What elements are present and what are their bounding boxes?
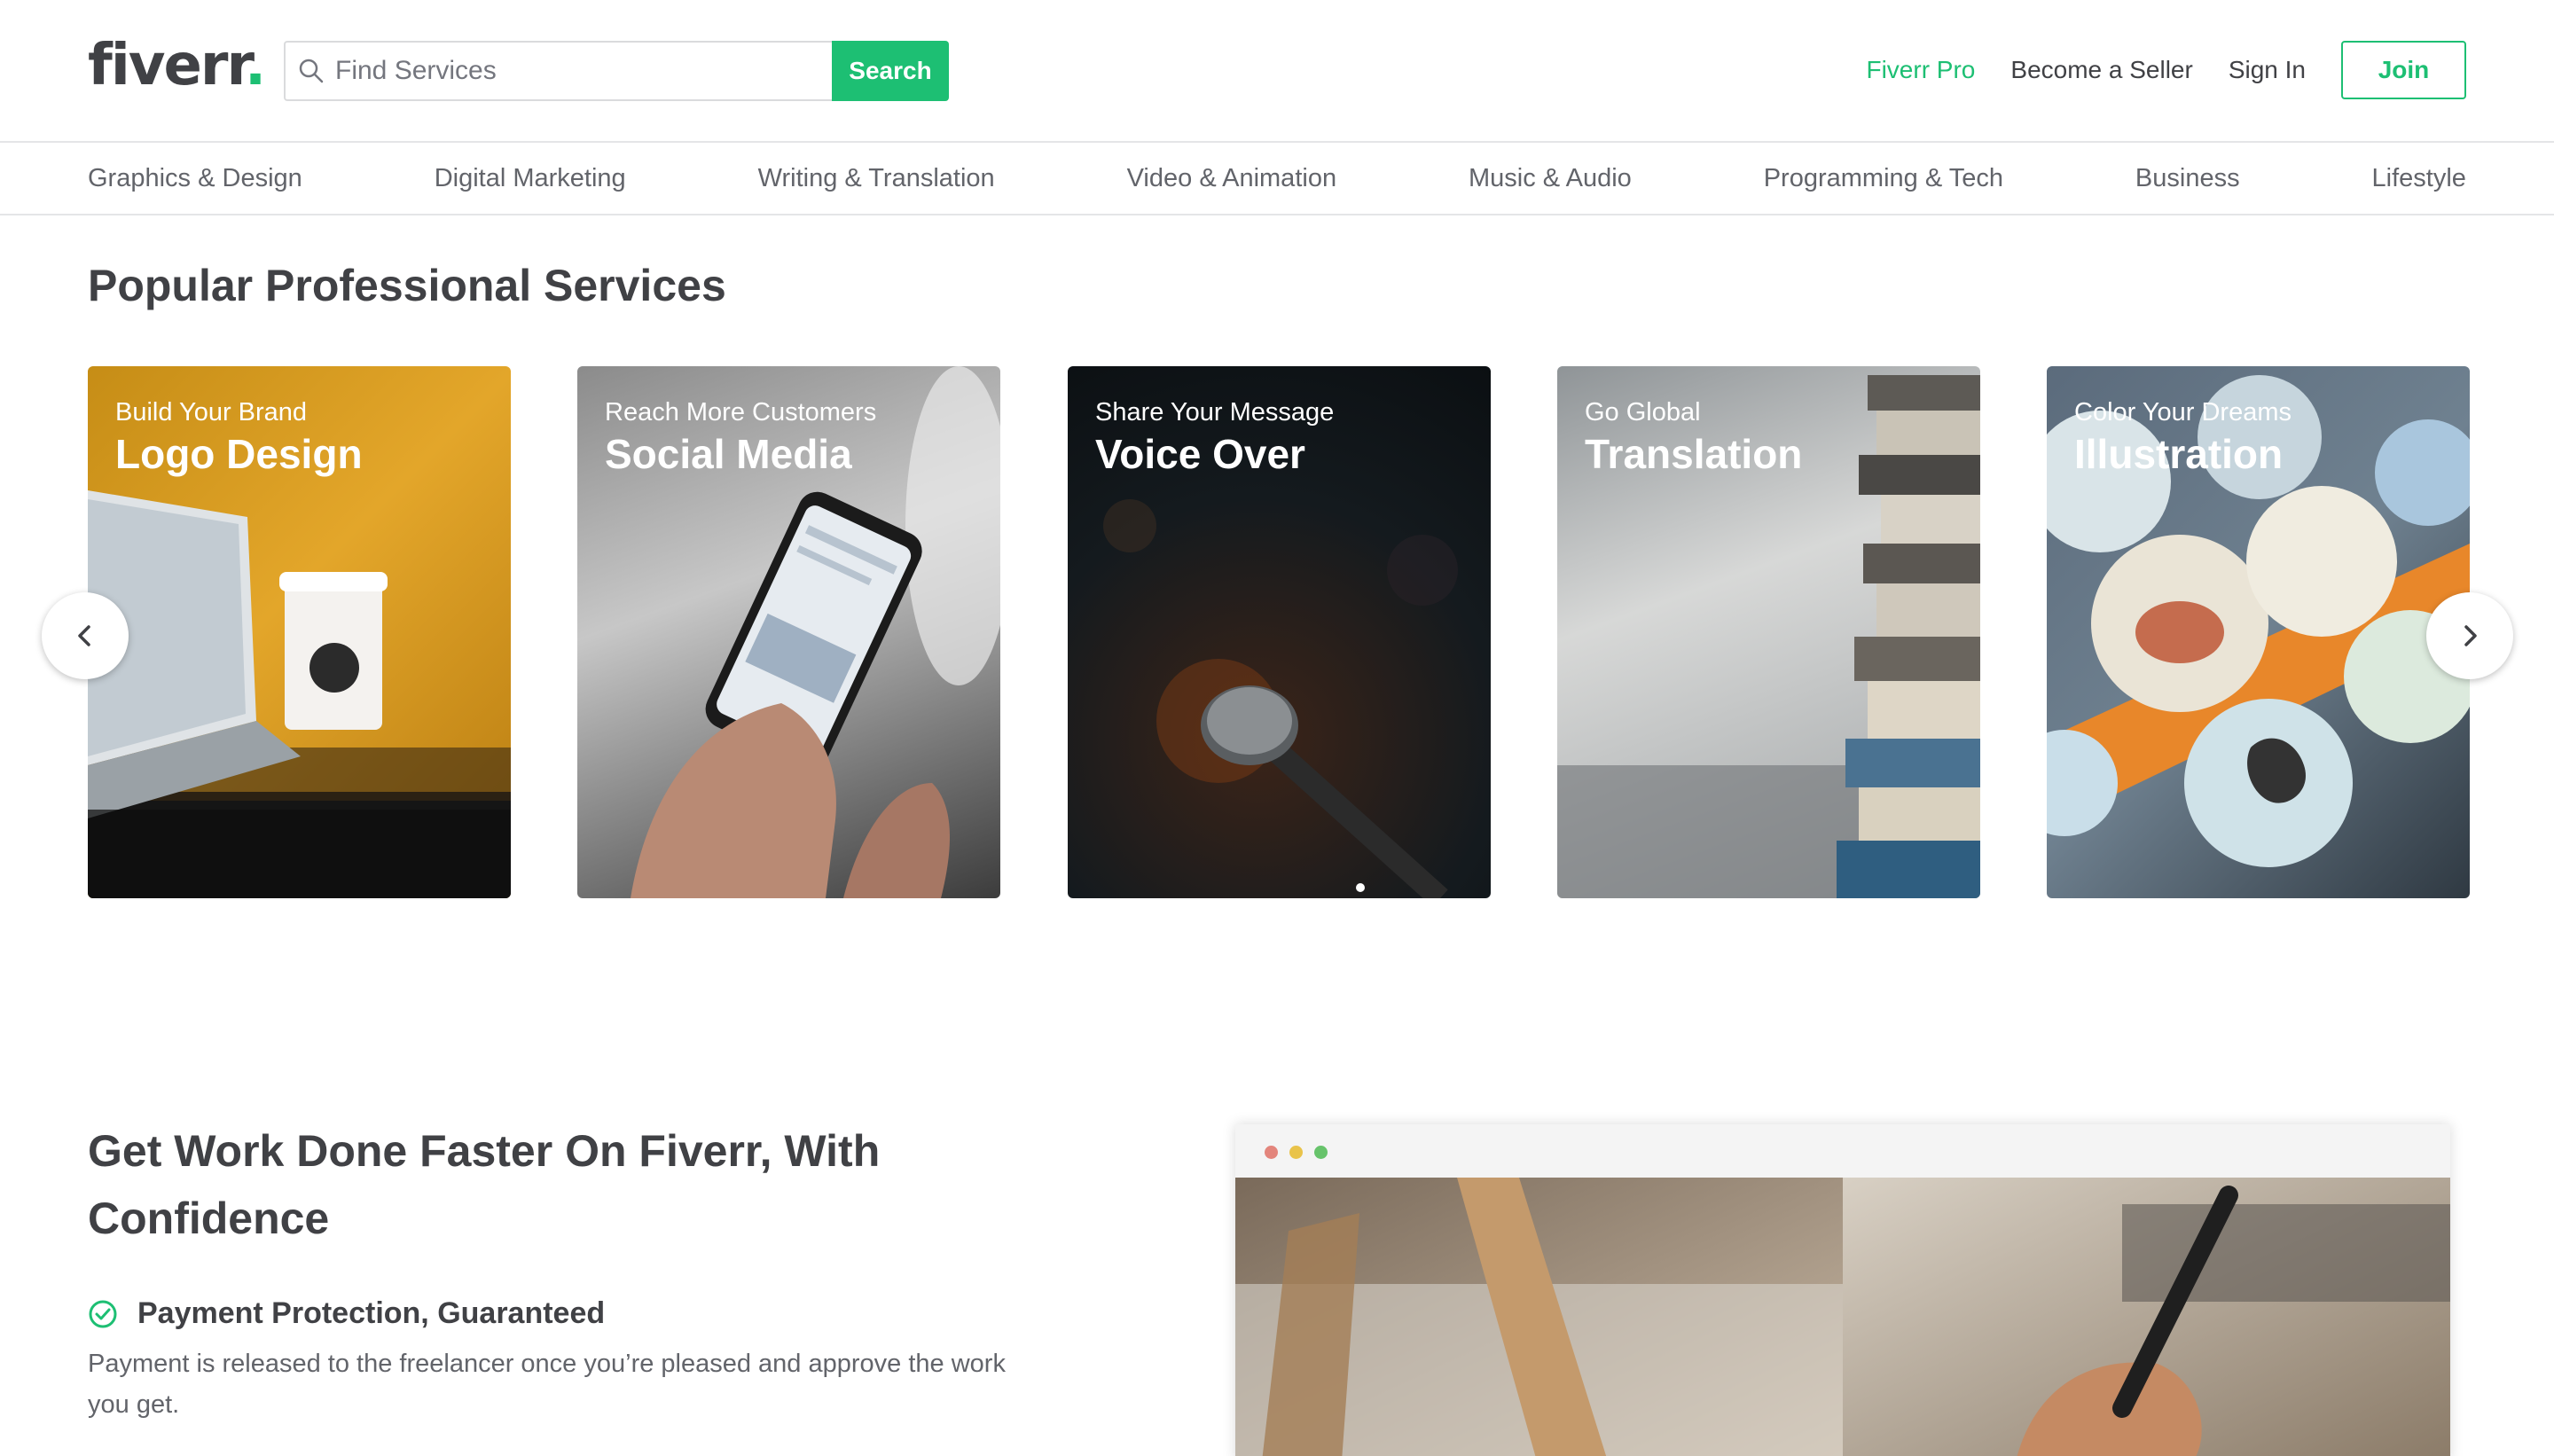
service-card-logo-design[interactable]: Build Your Brand Logo Design (88, 366, 511, 898)
search-icon (299, 59, 324, 83)
category-writing-translation[interactable]: Writing & Translation (758, 164, 995, 193)
category-lifestyle[interactable]: Lifestyle (2372, 164, 2466, 193)
card-title: Logo Design (115, 431, 363, 477)
site-header: fiverr. Search Fiverr Pro Become a Selle… (0, 0, 2554, 143)
card-title: Social Media (605, 431, 852, 477)
category-graphics-design[interactable]: Graphics & Design (88, 164, 302, 193)
window-close-dot (1265, 1146, 1278, 1159)
chevron-left-icon (78, 625, 90, 646)
popular-services-title: Popular Professional Services (88, 261, 726, 310)
browser-toolbar (1235, 1124, 2450, 1178)
category-digital-marketing[interactable]: Digital Marketing (435, 164, 626, 193)
feature-payment-protection: Payment Protection, Guaranteed Payment i… (88, 1296, 1019, 1425)
service-card-social-media[interactable]: Reach More Customers Social Media (577, 366, 1000, 898)
chevron-right-icon (2464, 625, 2477, 646)
carousel-prev-button[interactable] (42, 592, 129, 679)
card-subtitle: Share Your Message (1095, 398, 1335, 427)
window-maximize-dot (1314, 1146, 1328, 1159)
service-card-voice-over[interactable]: Share Your Message Voice Over (1068, 366, 1491, 898)
window-minimize-dot (1289, 1146, 1303, 1159)
search-input[interactable] (335, 56, 832, 86)
carousel-next-button[interactable] (2426, 592, 2513, 679)
card-title: Voice Over (1095, 431, 1305, 477)
category-menu: Graphics & Design Digital Marketing Writ… (0, 143, 2554, 215)
search-button[interactable]: Search (832, 41, 949, 101)
category-programming-tech[interactable]: Programming & Tech (1764, 164, 2003, 193)
search-field[interactable] (284, 41, 832, 101)
category-music-audio[interactable]: Music & Audio (1469, 164, 1632, 193)
become-seller-link[interactable]: Become a Seller (2010, 56, 2192, 84)
browser-mockup (1235, 1124, 2450, 1456)
services-carousel: Build Your Brand Logo Design Reach More … (88, 366, 2470, 900)
card-subtitle: Go Global (1585, 398, 1701, 427)
work-preview-image (1235, 1178, 2450, 1456)
header-nav: Fiverr Pro Become a Seller Sign In Join (1866, 41, 2466, 99)
feature-header: Payment Protection, Guaranteed (88, 1296, 1019, 1331)
service-card-translation[interactable]: Go Global Translation (1557, 366, 1980, 898)
card-title: Illustration (2074, 431, 2284, 477)
service-card-illustration[interactable]: Color Your Dreams Illustration (2047, 366, 2470, 898)
card-subtitle: Reach More Customers (605, 398, 877, 427)
category-business[interactable]: Business (2135, 164, 2240, 193)
fiverr-logo[interactable]: fiverr. (88, 34, 266, 98)
feature-title: Payment Protection, Guaranteed (137, 1296, 606, 1330)
join-button[interactable]: Join (2341, 41, 2466, 99)
card-title: Translation (1585, 431, 1803, 477)
card-subtitle: Color Your Dreams (2074, 398, 2292, 427)
feature-description: Payment is released to the freelancer on… (88, 1350, 1006, 1419)
sign-in-link[interactable]: Sign In (2229, 56, 2306, 84)
fiverr-pro-link[interactable]: Fiverr Pro (1866, 56, 1975, 84)
category-video-animation[interactable]: Video & Animation (1127, 164, 1336, 193)
search-bar: Search (284, 41, 949, 101)
check-circle-icon (89, 1300, 117, 1327)
browser-video-preview (1235, 1178, 2450, 1456)
card-subtitle: Build Your Brand (115, 398, 308, 427)
work-faster-title: Get Work Done Faster On Fiverr, With Con… (88, 1126, 881, 1243)
